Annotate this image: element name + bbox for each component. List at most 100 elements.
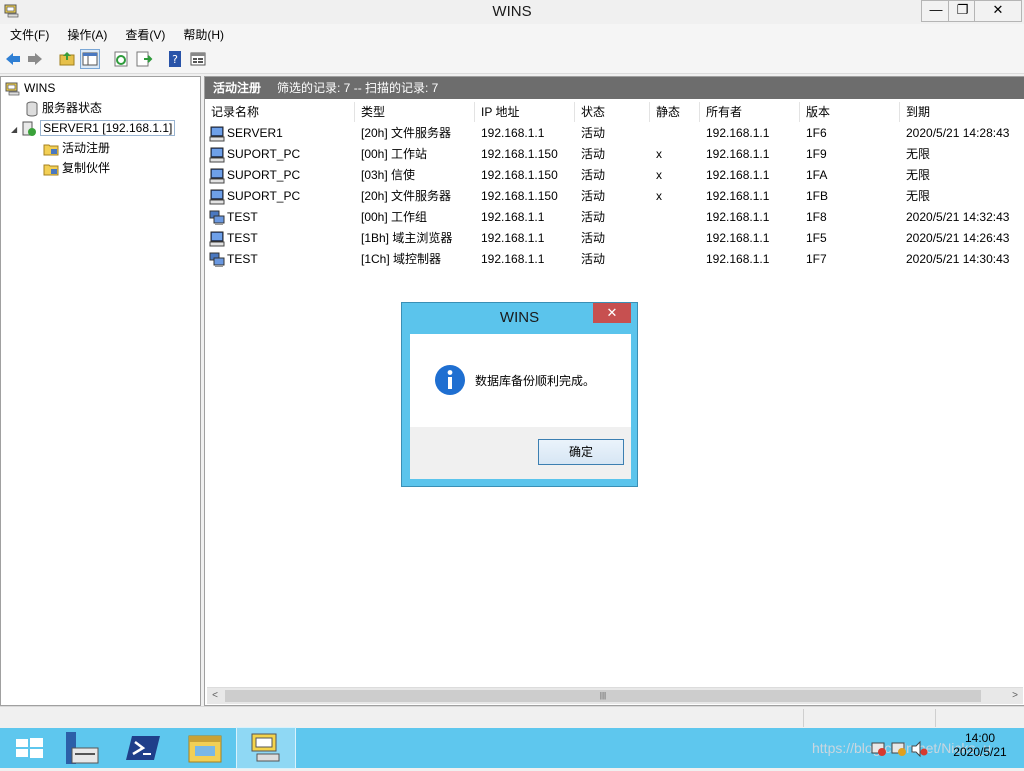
menu-file[interactable]: 文件(F) (0, 24, 57, 43)
window-close-button[interactable]: ✕ (974, 0, 1022, 22)
cell-ip: 192.168.1.150 (481, 168, 558, 182)
table-row[interactable]: SUPORT_PC [03h] 信使 192.168.1.150 活动 x 192.168… (205, 165, 1024, 186)
taskbar-file-explorer[interactable] (176, 728, 234, 768)
tray-icons (871, 740, 928, 758)
table-row[interactable]: TEST [1Bh] 域主浏览器 192.168.1.1 活动 192.168.1.1 1… (205, 228, 1024, 249)
taskbar-powershell[interactable] (116, 728, 174, 768)
forward-arrow-icon[interactable] (26, 50, 44, 68)
export-list-icon[interactable] (135, 50, 153, 68)
refresh-icon[interactable] (112, 50, 130, 68)
status-bar (0, 706, 1024, 729)
record-name-text: SUPORT_PC (227, 147, 301, 161)
dialog-close-button[interactable]: ✕ (593, 303, 631, 323)
table-row[interactable]: SUPORT_PC [20h] 文件服务器 192.168.1.150 活动 x 192.… (205, 186, 1024, 207)
column-header-type[interactable]: 类型 (355, 102, 475, 122)
column-header-ip[interactable]: IP 地址 (475, 102, 575, 122)
tree-node-server-status[interactable]: 服务器状态 (25, 99, 102, 117)
scroll-thumb[interactable]: ||| (225, 690, 981, 702)
wins-app-icon (251, 733, 280, 762)
computer-icon (209, 231, 225, 247)
column-header-owner[interactable]: 所有者 (700, 102, 800, 122)
menu-view[interactable]: 查看(V) (115, 24, 173, 43)
horizontal-scrollbar[interactable]: < ||| > (207, 687, 1023, 704)
cell-expires: 2020/5/21 14:32:43 (906, 210, 1010, 224)
table-row[interactable]: SERVER1 [20h] 文件服务器 192.168.1.1 活动 192.168.1… (205, 123, 1024, 144)
column-header-expires[interactable]: 到期 (900, 102, 1024, 122)
cell-ip: 192.168.1.150 (481, 189, 558, 203)
tray-clock[interactable]: 14:00 2020/5/21 (940, 731, 1020, 759)
cell-type: [20h] 文件服务器 (361, 126, 452, 140)
restore-button[interactable]: ❐ (948, 0, 977, 22)
folder-icon (43, 164, 59, 176)
computer-icon (209, 126, 225, 142)
up-folder-icon[interactable] (58, 50, 76, 68)
window-title-bar: WINS — ❐ ✕ (0, 0, 1024, 25)
table-row[interactable]: TEST [00h] 工作组 192.168.1.1 活动 192.168.1.1 1F8… (205, 207, 1024, 228)
start-button[interactable] (0, 728, 58, 768)
menu-bar: 文件(F) 操作(A) 查看(V) 帮助(H) (0, 24, 1024, 45)
cell-owner: 192.168.1.1 (706, 189, 770, 203)
cell-static: x (656, 168, 662, 182)
cell-state: 活动 (581, 252, 606, 266)
cell-owner: 192.168.1.1 (706, 126, 770, 140)
minimize-button[interactable]: — (921, 0, 951, 22)
tree-node-active-registrations[interactable]: 活动注册 (43, 139, 110, 157)
cell-expires: 2020/5/21 14:30:43 (906, 252, 1010, 266)
cell-version: 1F5 (806, 231, 827, 245)
taskbar-wins[interactable] (236, 727, 296, 769)
taskbar-server-manager[interactable] (56, 728, 114, 768)
status-divider (803, 709, 804, 727)
cell-type: [1Bh] 域主浏览器 (361, 231, 453, 245)
table-row[interactable]: SUPORT_PC [00h] 工作站 192.168.1.150 活动 x 192.16… (205, 144, 1024, 165)
cell-record-name: TEST (209, 228, 258, 249)
cell-type: [1Ch] 域控制器 (361, 252, 442, 266)
cell-ip: 192.168.1.150 (481, 147, 558, 161)
dialog-body: 数据库备份顺利完成。 (410, 334, 631, 427)
menu-action[interactable]: 操作(A) (57, 24, 115, 43)
cell-state: 活动 (581, 168, 606, 182)
status-divider (935, 709, 936, 727)
dialog-footer: 确定 (410, 427, 631, 479)
message-dialog: WINS ✕ 数据库备份顺利完成。 确定 (401, 302, 638, 487)
cell-version: 1FB (806, 189, 829, 203)
cell-type: [03h] 信使 (361, 168, 416, 182)
table-row[interactable]: TEST [1Ch] 域控制器 192.168.1.1 活动 192.168.1.1 1F… (205, 249, 1024, 270)
tree-node-replication-partners[interactable]: 复制伙伴 (43, 159, 110, 177)
record-name-text: SUPORT_PC (227, 189, 301, 203)
cell-type: [00h] 工作组 (361, 210, 428, 224)
scroll-left-button[interactable]: < (207, 688, 223, 704)
folder-icon (43, 144, 59, 156)
scroll-right-button[interactable]: > (1007, 688, 1023, 704)
tree-node-wins[interactable]: WINS (5, 79, 55, 97)
column-header-record-name[interactable]: 记录名称 (205, 102, 355, 122)
show-hide-tree-icon[interactable] (80, 49, 100, 69)
window-title: WINS (492, 3, 532, 20)
cell-state: 活动 (581, 126, 606, 140)
cell-owner: 192.168.1.1 (706, 210, 770, 224)
cell-owner: 192.168.1.1 (706, 252, 770, 266)
cell-version: 1F6 (806, 126, 827, 140)
tray-network-icon[interactable] (868, 740, 928, 761)
column-header-static[interactable]: 静态 (650, 102, 700, 122)
cell-ip: 192.168.1.1 (481, 231, 545, 245)
clock-time: 14:00 (964, 731, 996, 745)
column-header-version[interactable]: 版本 (800, 102, 900, 122)
group-icon (209, 252, 225, 267)
group-icon (209, 210, 225, 225)
cell-record-name: SUPORT_PC (209, 186, 300, 207)
help-icon[interactable]: ? (166, 50, 184, 68)
collapse-triangle-icon[interactable]: ◢ (11, 125, 17, 134)
taskbar: https://blog.csdn.net/Nicks_u 14:00 2020… (0, 727, 1024, 769)
properties-icon[interactable] (189, 50, 207, 68)
cell-version: 1F7 (806, 252, 827, 266)
console-tree: WINS 服务器状态 ◢ SERVER1 [192.168.1.1] 活动注册 复… (0, 76, 201, 706)
column-header-state[interactable]: 状态 (575, 102, 650, 122)
cell-version: 1F9 (806, 147, 827, 161)
tree-node-server1[interactable]: ◢ SERVER1 [192.168.1.1] (11, 119, 176, 137)
cell-type: [20h] 文件服务器 (361, 189, 452, 203)
back-arrow-icon[interactable] (4, 50, 22, 68)
cell-state: 活动 (581, 189, 606, 203)
ok-button[interactable]: 确定 (538, 439, 624, 465)
menu-help[interactable]: 帮助(H) (173, 24, 232, 43)
cell-ip: 192.168.1.1 (481, 210, 545, 224)
